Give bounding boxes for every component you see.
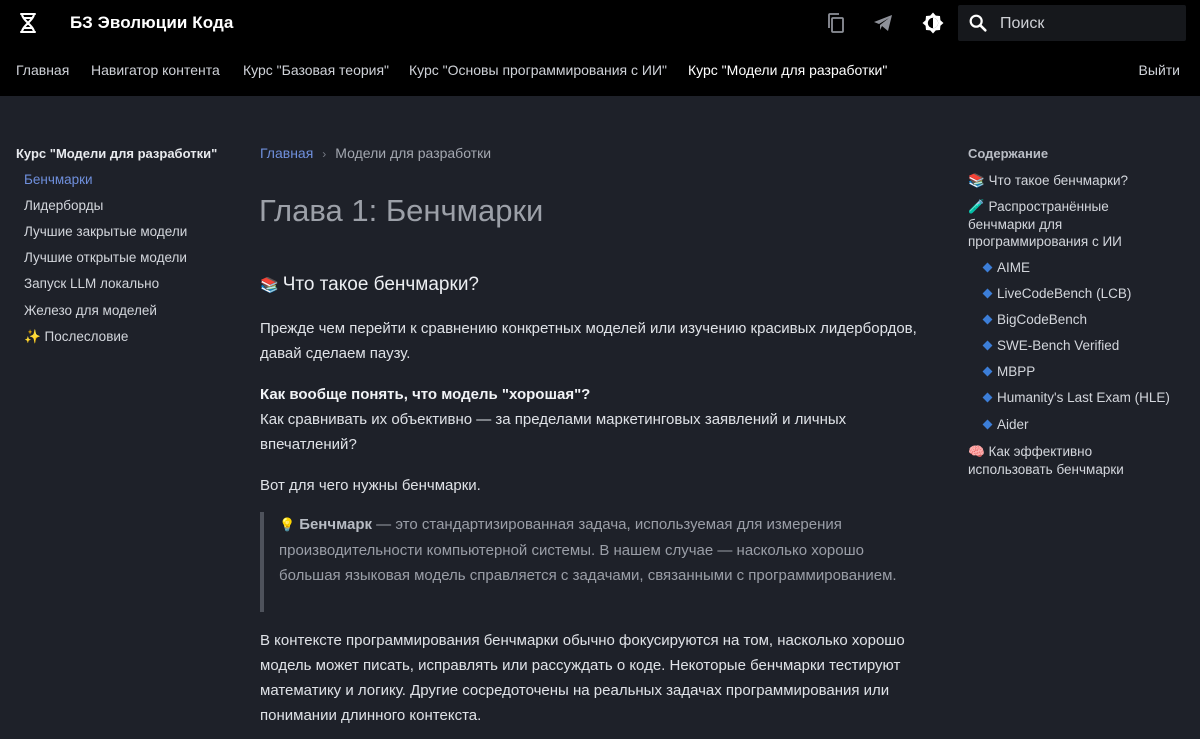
section-heading: 📚 Что такое бенчмарки? (260, 274, 479, 296)
tab-course-ai-programming[interactable]: Курс "Основы программирования с ИИ" (409, 62, 667, 78)
sidebar-item-leaderboards[interactable]: Лидерборды (24, 198, 103, 213)
toc-subitem-label: SWE-Bench Verified (997, 338, 1120, 353)
blue-diamond-icon (982, 262, 993, 273)
sidebar-item-local-llm[interactable]: Запуск LLM локально (24, 276, 159, 291)
toc-subitem-label: BigCodeBench (997, 312, 1088, 327)
toc-item-effective-use[interactable]: 🧠 Как эффективно использовать бенчмарки (968, 443, 1168, 478)
toc-subitem-label: AIME (997, 260, 1031, 275)
toc-title: Содержание (968, 146, 1049, 161)
tab-course-basic-theory[interactable]: Курс "Базовая теория" (243, 62, 389, 78)
search-box[interactable] (958, 5, 1186, 41)
blockquote-definition: — это стандартизированная задача, исполь… (279, 516, 897, 584)
toc-item-what-are-benchmarks[interactable]: 📚 Что такое бенчмарки? (968, 172, 1168, 190)
sidebar-item-best-closed-models[interactable]: Лучшие закрытые модели (24, 224, 187, 239)
breadcrumb-current: Модели для разработки (335, 145, 492, 161)
blockquote-term: Бенчмарк (299, 516, 372, 533)
breadcrumb: Главная › Модели для разработки (260, 145, 491, 161)
tab-course-dev-models[interactable]: Курс "Модели для разработки" (688, 62, 887, 78)
paragraph-context: В контексте программирования бенчмарки о… (260, 632, 905, 724)
theme-toggle-icon[interactable] (921, 11, 945, 35)
toc-subitem-aider[interactable]: Aider (982, 417, 1029, 432)
toc-subitem-label: Aider (997, 417, 1029, 432)
toc-subitem-livecodebench[interactable]: LiveCodeBench (LCB) (982, 286, 1132, 301)
page-title: Глава 1: Бенчмарки (259, 193, 544, 228)
paragraph-purpose: Вот для чего нужны бенчмарки. (260, 477, 481, 494)
toc-subitem-hle[interactable]: Humanity's Last Exam (HLE) (982, 390, 1170, 405)
toc-subitem-label: LiveCodeBench (LCB) (997, 286, 1132, 301)
blue-diamond-icon (982, 288, 993, 299)
tab-content-navigator[interactable]: Навигатор контента (91, 62, 220, 78)
sidebar-item-benchmarks[interactable]: Бенчмарки (24, 172, 93, 187)
section-heading-text: Что такое бенчмарки? (282, 274, 479, 295)
top-header: БЗ Эволюции Кода Главная Навигатор конте… (0, 0, 1200, 96)
toc-subitem-mbpp[interactable]: MBPP (982, 364, 1036, 379)
search-input[interactable] (998, 12, 1182, 36)
copy-icon[interactable] (824, 11, 848, 35)
sidebar-title[interactable]: Курс "Модели для разработки" (16, 146, 217, 161)
breadcrumb-separator: › (322, 147, 327, 161)
logo-icon[interactable] (16, 11, 40, 35)
toc-item-common-benchmarks[interactable]: 🧪 Распространённые бенчмарки для програм… (968, 198, 1168, 251)
telegram-icon[interactable] (871, 11, 895, 35)
blue-diamond-icon (982, 340, 993, 351)
toc-subitem-aime[interactable]: AIME (982, 260, 1031, 275)
search-icon[interactable] (967, 12, 989, 34)
blockquote-text: 💡 Бенчмарк — это стандартизированная зада… (279, 512, 899, 588)
toc-subitem-label: MBPP (997, 364, 1036, 379)
tab-home[interactable]: Главная (16, 62, 69, 78)
breadcrumb-home-link[interactable]: Главная (260, 145, 313, 161)
paragraph-question: Как вообще понять, что модель "хорошая"?… (260, 382, 920, 457)
question-text: Как сравнивать их объективно — за предел… (260, 411, 847, 453)
blue-diamond-icon (982, 419, 993, 430)
site-title[interactable]: БЗ Эволюции Кода (70, 13, 233, 33)
toc-subitem-swe-bench[interactable]: SWE-Bench Verified (982, 338, 1120, 353)
sidebar-item-hardware[interactable]: Железо для моделей (24, 303, 157, 318)
definition-blockquote: 💡 Бенчмарк — это стандартизированная зада… (260, 512, 914, 612)
sidebar-item-afterword[interactable]: ✨ Послесловие (24, 329, 128, 345)
blue-diamond-icon (982, 314, 993, 325)
question-bold: Как вообще понять, что модель "хорошая"? (260, 386, 591, 403)
top-tabs: Главная Навигатор контента Курс "Базовая… (0, 56, 1200, 86)
books-icon: 📚 (260, 276, 279, 294)
logout-link[interactable]: Выйти (1139, 62, 1180, 78)
blue-diamond-icon (982, 392, 993, 403)
toc-subitem-bigcodebench[interactable]: BigCodeBench (982, 312, 1088, 327)
sidebar-item-best-open-models[interactable]: Лучшие открытые модели (24, 250, 187, 265)
blue-diamond-icon (982, 366, 993, 377)
paragraph-intro: Прежде чем перейти к сравнению конкретны… (260, 320, 917, 362)
toc-subitem-label: Humanity's Last Exam (HLE) (997, 390, 1170, 405)
lightbulb-icon: 💡 (279, 518, 296, 533)
